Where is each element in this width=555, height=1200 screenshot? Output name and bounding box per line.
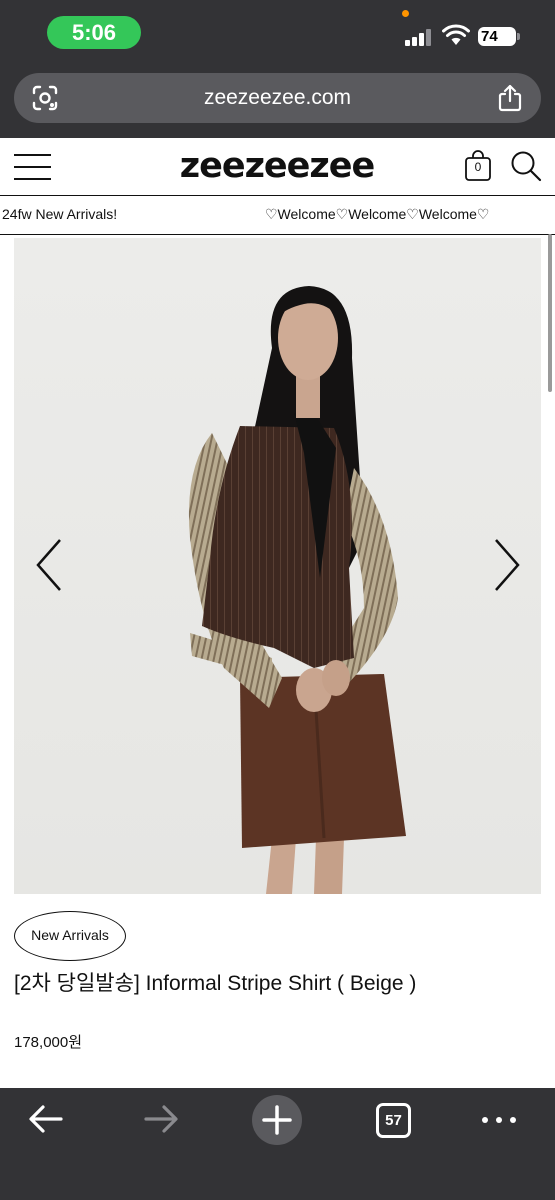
hamburger-menu-icon[interactable] xyxy=(14,154,51,180)
marquee-text-new-arrivals: 24fw New Arrivals! xyxy=(2,206,118,222)
status-bar: 5:06 74 xyxy=(0,0,555,62)
scrollbar-thumb[interactable] xyxy=(548,234,552,392)
wifi-icon xyxy=(442,24,470,45)
tabs-icon[interactable]: 57 xyxy=(376,1103,411,1138)
cart-count: 0 xyxy=(474,160,482,174)
chevron-right-icon[interactable] xyxy=(492,538,522,592)
marquee-text-welcome: ♡Welcome♡Welcome♡Welcome♡ xyxy=(265,206,490,222)
product-title: [2차 당일발송] Informal Stripe Shirt ( Beige … xyxy=(14,972,417,995)
status-time: 5:06 xyxy=(47,16,141,49)
address-bar[interactable]: zeezeezee.com xyxy=(14,73,541,123)
product-image[interactable] xyxy=(14,238,541,894)
new-arrivals-badge: New Arrivals xyxy=(14,911,126,961)
cart-button[interactable]: 0 xyxy=(464,150,492,182)
battery-indicator: 74 xyxy=(478,27,520,46)
search-icon[interactable] xyxy=(510,150,542,182)
browser-toolbar: 57 xyxy=(0,1088,555,1200)
forward-arrow-icon[interactable] xyxy=(143,1104,179,1134)
cellular-signal-icon xyxy=(405,28,433,46)
recording-indicator xyxy=(402,10,409,17)
more-icon[interactable] xyxy=(482,1104,516,1134)
model-photo xyxy=(14,238,541,894)
new-tab-button[interactable] xyxy=(252,1095,302,1145)
site-logo[interactable]: zeezeezee xyxy=(152,140,402,192)
product-price: 178,000원 xyxy=(14,1034,83,1051)
announcement-marquee: 24fw New Arrivals! ♡Welcome♡Welcome♡Welc… xyxy=(0,196,555,235)
site-header: zeezeezee 0 xyxy=(0,138,555,196)
back-arrow-icon[interactable] xyxy=(28,1104,64,1134)
url-text[interactable]: zeezeezee.com xyxy=(14,73,541,123)
plus-icon xyxy=(262,1105,292,1135)
share-icon[interactable] xyxy=(497,84,523,112)
chevron-left-icon[interactable] xyxy=(34,538,64,592)
browser-address-area: zeezeezee.com xyxy=(0,62,555,138)
